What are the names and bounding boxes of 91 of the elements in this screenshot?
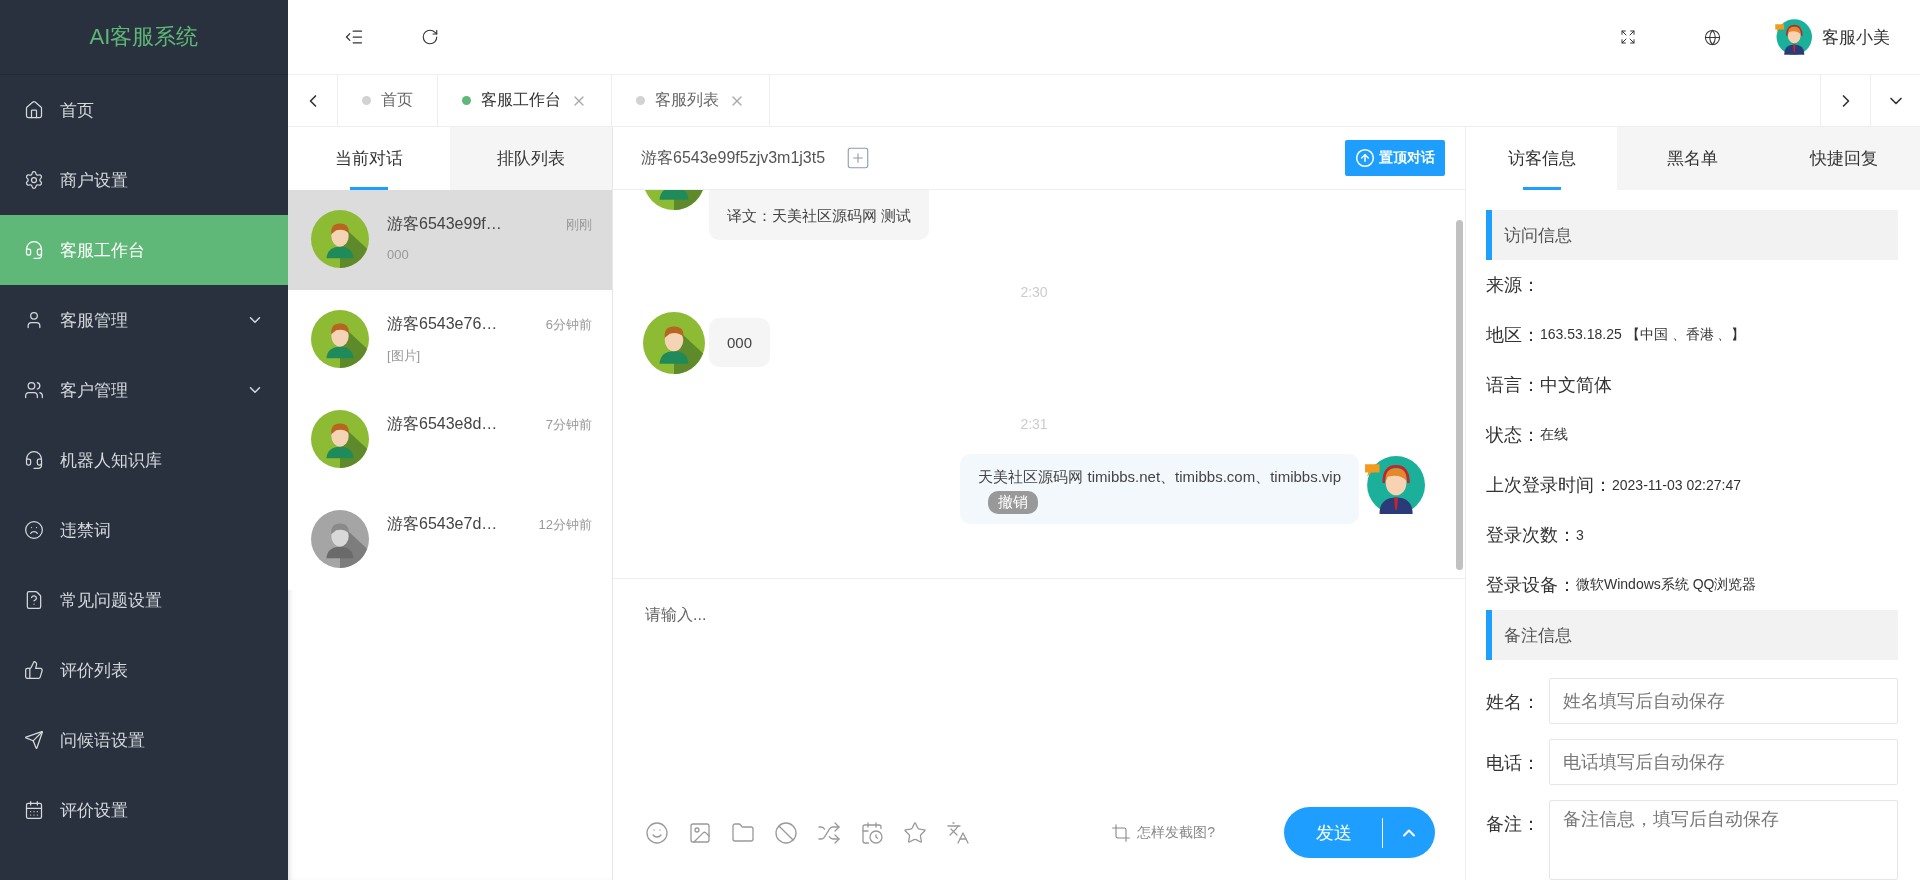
section-header: 备注信息 [1486, 610, 1898, 660]
visitor-name: 游客6543e8d… [387, 414, 498, 434]
thumbs-up-icon [24, 660, 44, 680]
message-time: 6分钟前 [545, 316, 592, 334]
sidebar-item[interactable]: 问候语设置 [0, 705, 288, 775]
panel-tab[interactable]: 快捷回复 [1768, 127, 1920, 190]
visitor-name: 游客6543e76… [387, 314, 498, 334]
info-label: 来源： [1486, 274, 1540, 297]
conversation-item[interactable]: 游客6543e99f… 刚刚 000 [288, 190, 612, 290]
info-label: 上次登录时间： [1486, 474, 1612, 497]
visitor-name: 游客6543e99f… [387, 214, 502, 234]
folder-icon[interactable] [731, 820, 755, 845]
sidebar-item-label: 首页 [60, 99, 95, 122]
field-label: 姓名： [1486, 691, 1541, 714]
emoji-icon[interactable] [645, 820, 669, 845]
page-tab[interactable]: 客服列表 [612, 75, 770, 126]
sidebar-item[interactable]: 商户设置 [0, 145, 288, 215]
sidebar-item[interactable]: 首页 [0, 75, 288, 145]
headset-icon [24, 240, 44, 260]
info-label: 登录设备： [1486, 574, 1576, 597]
sidebar-item[interactable]: 机器人知识库 [0, 425, 288, 495]
page-tab[interactable]: 客服工作台 [438, 75, 612, 126]
sidebar-item[interactable]: 评价列表 [0, 635, 288, 705]
chat-title: 游客6543e99f5zjv3m1j3t5 [641, 147, 826, 168]
translation-text: 译文：天美社区源码网 测试 [727, 190, 912, 226]
arrow-up-circle-icon [1355, 148, 1375, 168]
crop-icon [1111, 822, 1132, 843]
info-value: 2023-11-03 02:27:47 [1612, 477, 1741, 493]
sidebar-item-label: 违禁词 [60, 519, 112, 542]
paper-plane-icon [24, 730, 44, 750]
input-field[interactable]: 电话填写后自动保存 [1549, 739, 1898, 785]
field-label: 电话： [1486, 752, 1541, 775]
info-label: 状态： [1486, 424, 1540, 447]
sidebar-item[interactable]: 违禁词 [0, 495, 288, 565]
headset-icon [24, 450, 44, 470]
sidebar-item-label: 客户管理 [60, 379, 129, 402]
sidebar-item-label: 机器人知识库 [60, 449, 163, 472]
message-time: 刚刚 [566, 216, 592, 234]
app-logo: AI客服系统 [0, 0, 288, 75]
users-icon [24, 380, 44, 400]
image-icon[interactable] [688, 820, 712, 845]
home-icon [24, 100, 44, 120]
message-preview: 000 [387, 247, 410, 262]
conversation-tab[interactable]: 当前对话 [288, 127, 450, 190]
info-value: 在线 [1540, 426, 1568, 444]
sidebar-item-label: 客服工作台 [60, 239, 146, 262]
gear-icon [24, 170, 44, 190]
shuffle-icon[interactable] [817, 820, 841, 845]
input-field[interactable]: 姓名填写后自动保存 [1549, 678, 1898, 724]
agent-avatar [1363, 454, 1425, 516]
scrollbar[interactable] [1456, 220, 1463, 570]
screenshot-help-link[interactable]: 怎样发截图? [1111, 822, 1215, 843]
calendar-icon [24, 800, 44, 820]
sidebar-item[interactable]: 常见问题设置 [0, 565, 288, 635]
ban-icon[interactable] [774, 820, 798, 845]
frown-icon [24, 520, 44, 540]
sidebar-item-label: 商户设置 [60, 169, 129, 192]
message-time: 7分钟前 [545, 416, 592, 434]
sidebar-item[interactable]: 客户管理 [0, 355, 288, 425]
sidebar-item-label: 常见问题设置 [60, 589, 163, 612]
conversation-tab[interactable]: 排队列表 [450, 127, 612, 190]
message-preview: [图片] [387, 347, 422, 365]
sidebar-item-label: 客服管理 [60, 309, 129, 332]
field-label: 备注： [1486, 813, 1541, 836]
visitor-name: 游客6543e7d… [387, 514, 498, 534]
panel-tab[interactable]: 黑名单 [1617, 127, 1769, 190]
notes-field[interactable]: 备注信息，填写后自动保存 [1549, 800, 1898, 880]
calendar-clock-icon[interactable] [860, 820, 884, 845]
info-value: 3 [1576, 527, 1584, 543]
info-label: 登录次数： [1486, 524, 1576, 547]
message-time: 12分钟前 [538, 516, 592, 534]
info-value: 163.53.18.25 【中国 、香港 、】 [1540, 326, 1746, 344]
user-avatar [1774, 18, 1812, 56]
sidebar-item-label: 问候语设置 [60, 729, 146, 752]
user-name[interactable]: 客服小美 [1822, 25, 1890, 49]
message-text: 天美社区源码网 timibbs.net、timibbs.com、timibbs.vip [978, 467, 1341, 487]
question-file-icon [24, 590, 44, 610]
visitor-avatar [643, 312, 705, 374]
info-label: 语言： [1486, 374, 1540, 397]
sidebar-item-label: 评价列表 [60, 659, 129, 682]
section-header: 访问信息 [1486, 210, 1898, 260]
info-value: 微软Windows系统 QQ浏览器 [1576, 576, 1757, 594]
sidebar-item[interactable]: 客服管理 [0, 285, 288, 355]
message-bubble: 000 [709, 318, 771, 367]
info-value: 中文简体 [1540, 374, 1612, 397]
star-icon[interactable] [903, 820, 927, 845]
page-tab[interactable]: 首页 [338, 75, 438, 126]
sidebar-item[interactable]: 评价设置 [0, 775, 288, 845]
sidebar-item-label: 评价设置 [60, 799, 129, 822]
info-label: 地区： [1486, 324, 1540, 347]
translate-icon[interactable] [946, 820, 970, 845]
